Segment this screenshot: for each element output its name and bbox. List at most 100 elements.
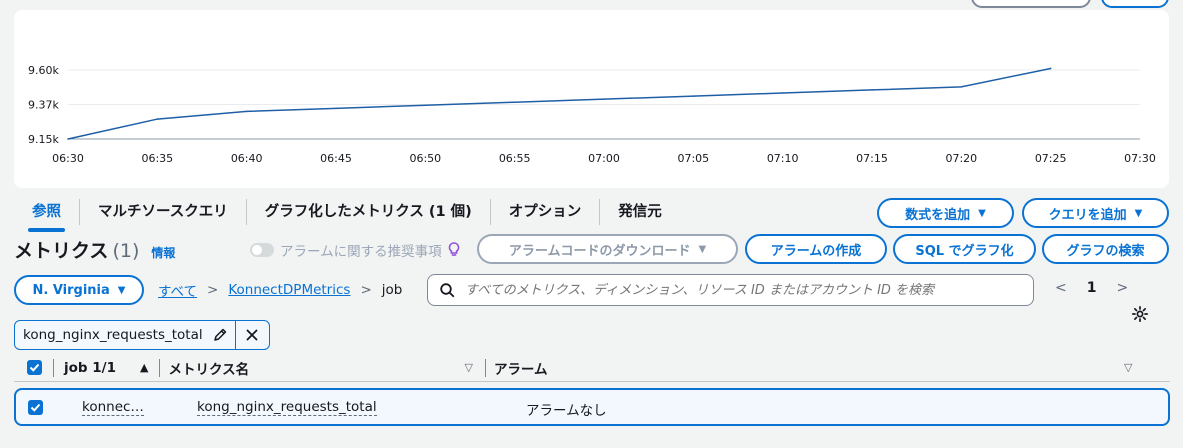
row-job-value[interactable]: konnec… (82, 399, 144, 416)
caret-down-icon: ▼ (117, 284, 126, 296)
series-line (67, 67, 1051, 140)
add-query-button[interactable]: クエリを追加 ▼ (1022, 198, 1169, 228)
info-link[interactable]: 情報 (151, 244, 175, 261)
tab-multi-source-query[interactable]: マルチソースクエリ (80, 198, 246, 226)
create-alarm-button[interactable]: アラームの作成 (745, 234, 887, 264)
checkmark-icon (29, 363, 40, 372)
x-tick-label: 06:50 (409, 152, 441, 165)
create-alarm-label: アラームの作成 (770, 243, 862, 259)
x-tick-label: 06:35 (141, 152, 173, 165)
column-header-metric-name[interactable]: メトリクス名 (168, 358, 464, 378)
metrics-heading: メトリクス (1) 情報 (14, 236, 175, 263)
row-metric-name[interactable]: kong_nginx_requests_total (197, 399, 377, 416)
filter-token: kong_nginx_requests_total (14, 320, 270, 350)
table-row[interactable]: konnec… kong_nginx_requests_total アラームなし (14, 388, 1170, 426)
data-point (513, 101, 516, 103)
alarm-recommendations-toggle[interactable] (250, 243, 274, 257)
x-tick-label: 07:15 (856, 152, 888, 165)
breadcrumb-namespace[interactable]: KonnectDPMetrics (228, 282, 350, 298)
row-checkbox[interactable] (28, 400, 43, 415)
breadcrumb: すべて > KonnectDPMetrics > job (158, 280, 402, 300)
sort-icon[interactable]: ▽ (1124, 361, 1132, 374)
partial-top-button[interactable] (1101, 0, 1169, 8)
tab-bar: 参照 マルチソースクエリ グラフ化したメトリクス (1 個) オプション 発信元 (14, 196, 680, 232)
close-icon (246, 329, 258, 341)
chevron-right-icon: > (207, 282, 219, 298)
y-tick-label: 9.60k (28, 64, 59, 77)
checkmark-icon (30, 403, 41, 412)
sort-ascending-icon[interactable]: ▲ (140, 361, 148, 374)
filter-token-body[interactable]: kong_nginx_requests_total (15, 321, 235, 349)
data-point (960, 86, 963, 88)
download-alarm-code-button[interactable]: アラームコードのダウンロード ▼ (477, 234, 738, 264)
breadcrumb-dimension: job (381, 282, 403, 298)
alarm-recommendations-label: アラームに関する推奨事項 (280, 244, 442, 260)
add-query-label: クエリを追加 (1048, 207, 1127, 223)
search-icon (440, 282, 455, 297)
tab-browse[interactable]: 参照 (14, 198, 79, 232)
x-tick-label: 07:25 (1035, 152, 1067, 165)
y-tick-label: 9.15k (28, 133, 59, 146)
search-graphs-button[interactable]: グラフの検索 (1042, 234, 1169, 264)
x-tick-label: 06:30 (52, 152, 84, 165)
tab-source[interactable]: 発信元 (600, 198, 680, 226)
data-point (245, 110, 248, 113)
pagination: < 1 > (1055, 280, 1128, 296)
data-point (781, 92, 784, 94)
x-tick-label: 07:20 (945, 152, 977, 165)
y-tick-label: 9.37k (28, 99, 59, 112)
breadcrumb-all[interactable]: すべて (158, 280, 197, 300)
row-alarm-status: アラームなし (526, 403, 607, 419)
x-tick-label: 07:05 (677, 152, 709, 165)
add-math-label: 数式を追加 (905, 207, 971, 223)
column-header-alarm[interactable]: アラーム (494, 358, 1124, 378)
search-input[interactable] (465, 282, 1025, 298)
alarm-recommendations-toggle-group: アラームに関する推奨事項 (250, 240, 460, 260)
metrics-search[interactable] (427, 274, 1034, 306)
tab-graphed-metrics[interactable]: グラフ化したメトリクス (1 個) (247, 198, 490, 226)
data-point (335, 107, 337, 110)
search-graphs-label: グラフの検索 (1066, 243, 1145, 259)
gear-icon[interactable] (1131, 305, 1149, 323)
page-number[interactable]: 1 (1087, 280, 1097, 296)
chevron-left-icon[interactable]: < (1055, 280, 1067, 296)
download-alarm-code-label: アラームコードのダウンロード (508, 243, 691, 259)
column-divider (53, 358, 54, 377)
select-all-checkbox[interactable] (27, 360, 42, 375)
chevron-right-icon[interactable]: > (1116, 280, 1128, 296)
x-tick-label: 07:10 (767, 152, 799, 165)
region-selector[interactable]: N. Virginia ▼ (14, 275, 144, 305)
partial-top-button[interactable] (971, 0, 1091, 8)
graph-with-sql-label: SQL でグラフ化 (915, 243, 1014, 259)
caret-down-icon: ▼ (1134, 207, 1143, 219)
x-tick-label: 06:40 (231, 152, 263, 165)
chevron-right-icon: > (360, 282, 372, 298)
x-tick-label: 07:00 (588, 152, 620, 165)
caret-down-icon: ▼ (978, 207, 986, 219)
data-point (67, 138, 69, 140)
x-tick-label: 07:30 (1124, 152, 1156, 165)
data-point (871, 89, 873, 91)
graph-with-sql-button[interactable]: SQL でグラフ化 (893, 234, 1036, 264)
caret-down-icon: ▼ (698, 243, 707, 255)
add-math-button[interactable]: 数式を追加 ▼ (877, 198, 1014, 228)
column-divider (484, 358, 486, 377)
tab-options[interactable]: オプション (491, 198, 600, 226)
data-point (692, 95, 695, 97)
x-tick-label: 06:55 (499, 152, 531, 165)
column-divider (159, 358, 161, 377)
line-chart: 9.15k 9.37k 9.60k 06:30 06:35 06:40 06:45 06:50… (28, 64, 1156, 165)
column-header-job[interactable]: job 1/1 (64, 360, 134, 376)
metrics-title: メトリクス (14, 240, 109, 262)
metrics-count: (1) (112, 240, 140, 262)
remove-filter-button[interactable] (234, 321, 269, 349)
data-point (424, 104, 427, 107)
metric-graph-panel: 9.15k 9.37k 9.60k 06:30 06:35 06:40 06:45 06:50… (14, 10, 1169, 188)
x-tick-label: 06:45 (320, 152, 352, 165)
sort-icon[interactable]: ▽ (464, 361, 472, 374)
data-point (603, 98, 605, 100)
metrics-table-header: job 1/1 ▲ メトリクス名 ▽ アラーム ▽ (14, 354, 1170, 382)
filter-token-label: kong_nginx_requests_total (23, 327, 203, 343)
pencil-icon[interactable] (213, 328, 227, 342)
region-label: N. Virginia (32, 282, 110, 298)
